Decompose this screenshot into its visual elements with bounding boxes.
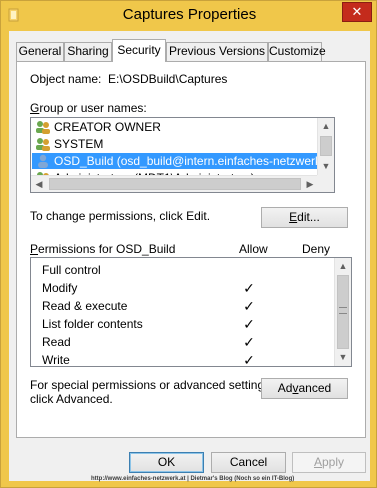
tab-customize[interactable]: Customize <box>268 42 326 61</box>
deny-column-header: Deny <box>302 242 331 256</box>
ok-button[interactable]: OK <box>129 452 204 473</box>
allow-check-icon: ✓ <box>243 280 255 296</box>
permission-row: Write ✓ <box>42 351 332 367</box>
advanced-button[interactable]: Advanced <box>261 378 348 399</box>
permission-name: Read <box>42 335 71 349</box>
security-panel: Object name: E:\OSDBuild\Captures Group … <box>16 61 366 438</box>
permission-row: List folder contents ✓ <box>42 315 332 333</box>
permissions-for-label: Permissions for OSD_Build <box>30 242 176 256</box>
permission-row: Modify ✓ <box>42 279 332 297</box>
permission-name: Modify <box>42 281 78 295</box>
allow-check-icon: ✓ <box>243 334 255 350</box>
tab-security[interactable]: Security <box>112 39 166 62</box>
users-horizontal-scrollbar[interactable]: ◀ ▶ <box>31 175 319 192</box>
window-title: Captures Properties <box>122 6 257 23</box>
allow-check-icon: ✓ <box>243 298 255 314</box>
permissions-list[interactable]: Full control Modify ✓ Read & execute ✓ L… <box>30 257 352 367</box>
scroll-up-arrow-icon[interactable]: ▲ <box>335 258 351 274</box>
scroll-down-arrow-icon[interactable]: ▼ <box>318 158 334 174</box>
users-listbox[interactable]: CREATOR OWNER SYSTEM OSD_Build (osd_buil… <box>30 117 335 193</box>
special-permissions-text-line1: For special permissions or advanced sett… <box>30 378 274 392</box>
grip-icon <box>339 307 347 314</box>
close-button[interactable]: ✕ <box>342 2 372 22</box>
edit-button[interactable]: Edit... <box>261 207 348 228</box>
change-permissions-text: To change permissions, click Edit. <box>30 209 211 223</box>
object-name-value: E:\OSDBuild\Captures <box>108 72 228 86</box>
scroll-corner <box>317 175 334 192</box>
special-permissions-text-line2: click Advanced. <box>30 392 113 406</box>
allow-column-header: Allow <box>239 242 268 256</box>
dialog-client-area: General Sharing Security Previous Versio… <box>9 31 370 481</box>
properties-window: Captures Properties ✕ General Sharing Se… <box>0 0 377 488</box>
object-name-label: Object name: <box>30 72 102 86</box>
scroll-thumb[interactable] <box>320 136 332 156</box>
apply-button[interactable]: Apply <box>292 452 366 473</box>
group-icon <box>36 120 50 134</box>
scroll-thumb[interactable] <box>49 178 301 190</box>
tab-sharing[interactable]: Sharing <box>64 42 112 61</box>
title-bar[interactable]: Captures Properties ✕ <box>1 1 377 31</box>
permission-row: Read ✓ <box>42 333 332 351</box>
scroll-right-arrow-icon[interactable]: ▶ <box>302 176 318 192</box>
permission-name: List folder contents <box>42 317 143 331</box>
permission-name: Full control <box>42 263 101 277</box>
scroll-left-arrow-icon[interactable]: ◀ <box>31 176 47 192</box>
tab-previous-versions[interactable]: Previous Versions <box>166 42 268 61</box>
allow-check-icon: ✓ <box>243 352 255 367</box>
user-icon <box>38 154 48 168</box>
permissions-scrollbar[interactable]: ▲ ▼ <box>334 258 351 366</box>
tab-general[interactable]: General <box>16 42 64 61</box>
permission-row: Full control <box>42 261 332 279</box>
permission-row: Read & execute ✓ <box>42 297 332 315</box>
list-item-system[interactable]: SYSTEM <box>32 136 318 152</box>
list-item-creator-owner[interactable]: CREATOR OWNER <box>32 119 318 135</box>
permission-name: Write <box>42 353 70 367</box>
permission-name: Read & execute <box>42 299 128 313</box>
cancel-button[interactable]: Cancel <box>211 452 286 473</box>
scroll-down-arrow-icon[interactable]: ▼ <box>335 349 351 365</box>
group-icon <box>36 137 50 151</box>
watermark-footer: http://www.einfaches-netzwerk.at | Dietm… <box>91 476 295 482</box>
list-item-osd-build[interactable]: OSD_Build (osd_build@intern.einfaches-ne… <box>32 153 334 169</box>
group-or-user-names-label: Group or user names: <box>30 101 147 115</box>
allow-check-icon: ✓ <box>243 316 255 332</box>
users-vertical-scrollbar[interactable]: ▲ ▼ <box>317 118 334 175</box>
scroll-up-arrow-icon[interactable]: ▲ <box>318 118 334 134</box>
